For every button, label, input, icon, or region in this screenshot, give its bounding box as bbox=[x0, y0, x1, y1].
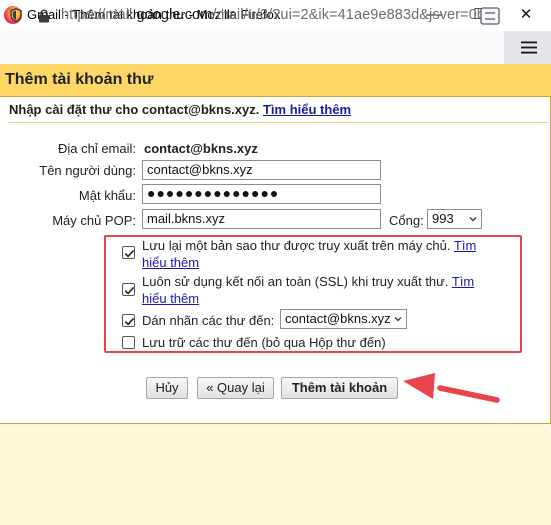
cancel-button[interactable]: Hủy bbox=[146, 377, 188, 399]
port-select[interactable]: 993 bbox=[427, 209, 482, 229]
hamburger-menu-icon[interactable] bbox=[521, 41, 537, 54]
add-account-button[interactable]: Thêm tài khoản bbox=[281, 377, 398, 399]
annotation-arrow-icon bbox=[403, 373, 500, 403]
port-label: Cổng: bbox=[389, 213, 424, 228]
pop-server-label: Máy chủ POP: bbox=[52, 213, 136, 228]
password-input[interactable]: ●●●●●●●●●●●●●● bbox=[142, 184, 381, 204]
dialog-title: Thêm tài khoản thư bbox=[5, 71, 154, 88]
close-button[interactable]: ✕ bbox=[503, 0, 549, 31]
email-label: Địa chỉ email: bbox=[57, 141, 136, 156]
chevron-down-icon bbox=[469, 217, 477, 222]
tracking-shield-icon[interactable] bbox=[10, 8, 22, 23]
pop-server-input[interactable]: mail.bkns.xyz bbox=[142, 209, 381, 229]
lock-icon[interactable] bbox=[38, 9, 50, 23]
port-value: 993 bbox=[432, 211, 454, 226]
password-label: Mật khẩu: bbox=[78, 188, 136, 203]
back-button[interactable]: « Quay lại bbox=[197, 377, 274, 399]
permissions-icon[interactable] bbox=[480, 7, 500, 25]
username-label: Tên người dùng: bbox=[39, 163, 136, 178]
email-value: contact@bkns.xyz bbox=[144, 141, 258, 156]
learn-more-link[interactable]: Tìm hiểu thêm bbox=[263, 102, 351, 117]
url-text[interactable]: https://mail.google.com/mail/u/3/?ui=2&i… bbox=[61, 7, 485, 23]
url-bar[interactable] bbox=[0, 31, 551, 65]
highlight-box bbox=[104, 235, 522, 353]
dialog-subtitle: Nhập cài đặt thư cho contact@bkns.xyz. T… bbox=[9, 102, 352, 117]
username-input[interactable]: contact@bkns.xyz bbox=[142, 160, 381, 180]
